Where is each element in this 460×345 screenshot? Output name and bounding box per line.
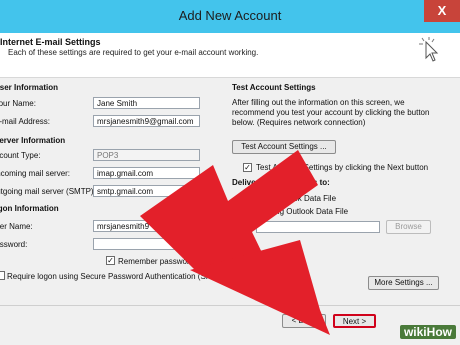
back-button[interactable]: < Back bbox=[282, 314, 326, 328]
wikihow-watermark: wikiHow bbox=[399, 325, 456, 339]
server-info-title: Server Information bbox=[0, 136, 66, 145]
remember-password-checkbox[interactable]: ✓ bbox=[106, 256, 115, 265]
name-label: Your Name: bbox=[0, 99, 36, 108]
test-settings-title: Test Account Settings bbox=[232, 83, 316, 92]
incoming-server-label: Incoming mail server: bbox=[0, 169, 71, 178]
email-label: E-mail Address: bbox=[0, 117, 51, 126]
header-title: Internet E-mail Settings bbox=[0, 37, 101, 47]
remember-password-label: Remember password bbox=[118, 257, 195, 266]
incoming-server-field[interactable]: imap.gmail.com bbox=[93, 167, 200, 179]
header-subtitle: Each of these settings are required to g… bbox=[8, 48, 259, 57]
username-label: User Name: bbox=[0, 222, 33, 231]
existing-data-file-path[interactable] bbox=[256, 221, 380, 233]
logon-info-title: Logon Information bbox=[0, 204, 59, 213]
test-by-next-label: Test Account Settings by clicking the Ne… bbox=[256, 163, 429, 172]
existing-data-file-radio[interactable] bbox=[243, 207, 252, 216]
browse-button[interactable]: Browse bbox=[386, 220, 431, 234]
title-bar: Add New Account X bbox=[0, 0, 460, 33]
close-button[interactable]: X bbox=[424, 0, 460, 22]
watermark-how: How bbox=[426, 325, 452, 339]
username-field[interactable]: mrsjanesmith9 bbox=[93, 220, 200, 232]
test-settings-text: After filling out the information on thi… bbox=[232, 98, 430, 127]
account-type-label: Account Type: bbox=[0, 151, 41, 160]
user-info-title: User Information bbox=[0, 83, 59, 92]
spa-label: Require logon using Secure Password Auth… bbox=[7, 272, 219, 281]
password-field[interactable] bbox=[93, 238, 200, 250]
password-label: Password: bbox=[0, 240, 28, 249]
watermark-wiki: wiki bbox=[403, 325, 427, 339]
outgoing-server-label: Outgoing mail server (SMTP): bbox=[0, 187, 96, 196]
footer-separator bbox=[0, 305, 460, 306]
new-data-file-label: New Outlook Data File bbox=[256, 194, 337, 203]
existing-data-file-label: Existing Outlook Data File bbox=[256, 207, 349, 216]
deliver-messages-title: Deliver new messages to: bbox=[232, 178, 330, 187]
dialog-header: Internet E-mail Settings Each of these s… bbox=[0, 33, 460, 78]
spa-checkbox[interactable] bbox=[0, 271, 5, 280]
test-by-next-checkbox[interactable]: ✓ bbox=[243, 163, 252, 172]
next-button[interactable]: Next > bbox=[333, 314, 376, 328]
outgoing-server-field[interactable]: smtp.gmail.com bbox=[93, 185, 200, 197]
cursor-click-icon bbox=[419, 37, 439, 62]
name-field[interactable]: Jane Smith bbox=[93, 97, 200, 109]
more-settings-button[interactable]: More Settings ... bbox=[368, 276, 439, 290]
window-title: Add New Account bbox=[178, 8, 282, 23]
new-data-file-radio[interactable] bbox=[243, 194, 252, 203]
email-field[interactable]: mrsjanesmith9@gmail.com bbox=[93, 115, 200, 127]
test-account-settings-button[interactable]: Test Account Settings ... bbox=[232, 140, 336, 154]
account-type-field: POP3 bbox=[93, 149, 200, 161]
